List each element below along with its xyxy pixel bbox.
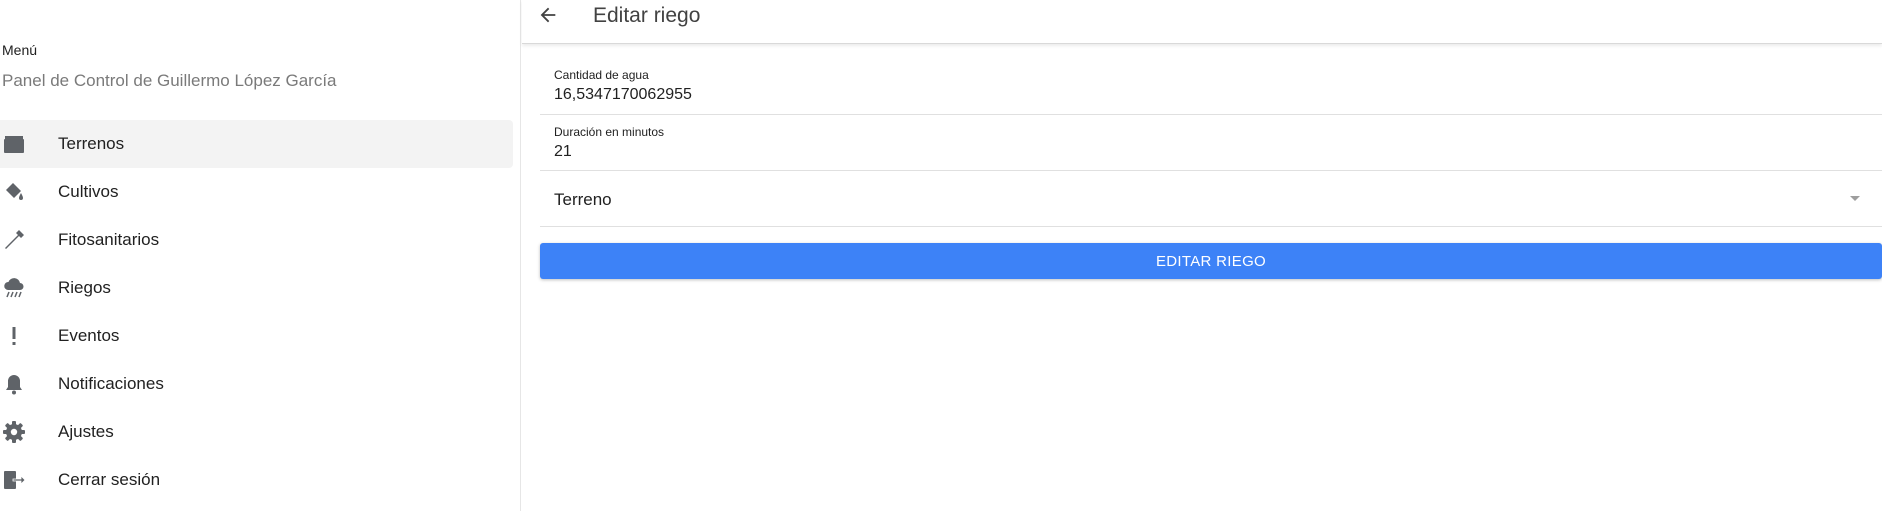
sidebar-item-label: Fitosanitarios (58, 230, 160, 249)
logout-icon (2, 468, 26, 492)
edit-irrigation-button[interactable]: EDITAR RIEGO (540, 243, 1882, 279)
sidebar-item-notificaciones[interactable]: Notificaciones (0, 360, 513, 408)
sidebar-item-terrenos[interactable]: Terrenos (0, 120, 513, 168)
sidebar-nav: Terrenos Cultivos Fitosanitarios Riegos … (0, 120, 513, 504)
sidebar-item-label: Eventos (58, 326, 120, 345)
rain-cloud-icon (2, 276, 26, 300)
exclamation-icon (2, 324, 26, 348)
page-title: Editar riego (593, 4, 701, 27)
sidebar-item-riegos[interactable]: Riegos (0, 264, 513, 312)
water-amount-label: Cantidad de agua (554, 68, 649, 82)
sidebar-item-label: Riegos (58, 278, 111, 297)
edit-irrigation-form: Cantidad de agua Duración en minutos Ter… (540, 58, 1882, 227)
sidebar-item-eventos[interactable]: Eventos (0, 312, 513, 360)
back-button[interactable] (536, 3, 560, 27)
terrain-select[interactable]: Terreno (540, 171, 1882, 227)
sidebar-item-ajustes[interactable]: Ajustes (0, 408, 513, 456)
sidebar-item-cerrar-sesion[interactable]: Cerrar sesión (0, 456, 513, 504)
paint-bucket-icon (2, 180, 26, 204)
duration-field[interactable]: Duración en minutos (540, 115, 1882, 171)
bell-icon (2, 372, 26, 396)
sidebar-item-label: Terrenos (58, 134, 125, 153)
water-amount-field[interactable]: Cantidad de agua (540, 58, 1882, 115)
box-icon (2, 132, 26, 156)
menu-subtitle: Panel de Control de Guillermo López Garc… (2, 71, 337, 90)
sidebar-item-label: Cultivos (58, 182, 119, 201)
app-header: Editar riego (522, 0, 1882, 44)
gear-icon (2, 420, 26, 444)
sidebar-item-label: Cerrar sesión (58, 470, 161, 489)
sidebar: Menú Panel de Control de Guillermo López… (0, 0, 521, 511)
dropper-icon (2, 228, 26, 252)
arrow-left-icon (540, 7, 556, 23)
sidebar-item-cultivos[interactable]: Cultivos (0, 168, 513, 216)
sidebar-item-label: Notificaciones (58, 374, 164, 393)
chevron-down-icon (1850, 196, 1860, 201)
water-amount-input[interactable] (554, 86, 1154, 104)
sidebar-item-label: Ajustes (58, 422, 114, 441)
sidebar-item-fitosanitarios[interactable]: Fitosanitarios (0, 216, 513, 264)
edit-irrigation-button-label: EDITAR RIEGO (1156, 252, 1266, 270)
terrain-select-label: Terreno (554, 190, 612, 209)
duration-input[interactable] (554, 143, 1154, 161)
menu-title: Menú (2, 42, 38, 58)
duration-label: Duración en minutos (554, 125, 665, 139)
